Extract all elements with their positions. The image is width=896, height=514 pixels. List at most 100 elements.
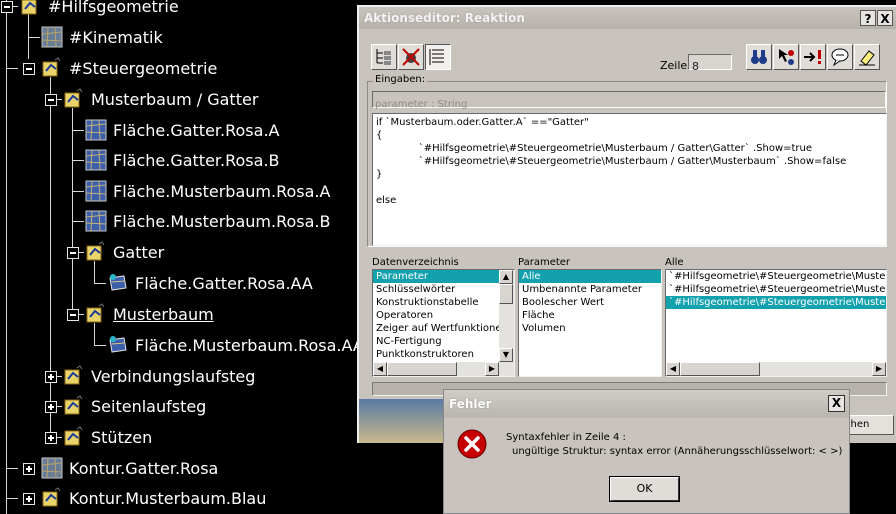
data-directory-list[interactable]: Parameter Schlüsselwörter Konstruktionst…: [372, 269, 515, 377]
tree-item-kontur-gatter[interactable]: Kontur.Gatter.Rosa: [41, 456, 221, 480]
expand-toggle[interactable]: [23, 493, 35, 505]
close-button[interactable]: X: [877, 10, 893, 26]
list-item[interactable]: Volumen: [519, 322, 661, 335]
scroll-left-button[interactable]: ◀: [666, 362, 680, 376]
inputs-field[interactable]: parameter : String: [372, 91, 886, 110]
expand-toggle[interactable]: [45, 432, 57, 444]
list-item[interactable]: Alle: [519, 270, 661, 283]
error-title: Fehler: [449, 397, 492, 411]
list-item[interactable]: Operatoren: [373, 309, 514, 322]
error-titlebar[interactable]: Fehler X: [444, 390, 849, 418]
scroll-thumb[interactable]: [387, 362, 457, 376]
code-line: if `Musterbaum.oder.Gatter.A` =="Gatter": [376, 117, 589, 128]
tree-item-label: Gatter: [111, 242, 167, 262]
data-directory-header: Datenverzeichnis: [372, 257, 459, 268]
object-browser-button[interactable]: [773, 44, 799, 70]
tree-item-stuetzen[interactable]: Stützen: [63, 425, 155, 449]
surface-icon: [85, 210, 107, 232]
all-list[interactable]: `#Hilfsgeometrie\#Steuergeometrie\Muster…: [665, 269, 887, 377]
tree-item-kinematik[interactable]: #Kinematik: [41, 25, 165, 49]
kinematik-icon: [41, 26, 63, 48]
scroll-thumb[interactable]: [499, 284, 513, 304]
goto-error-button[interactable]: [800, 44, 826, 70]
code-line: {: [376, 130, 383, 141]
erase-button[interactable]: [854, 44, 880, 70]
error-dialog: Fehler X Syntaxfehler in Zeile 4 : ungül…: [443, 389, 850, 514]
inputs-label: Eingaben:: [373, 74, 428, 85]
tree-item-flaeche[interactable]: Fläche.Musterbaum.Rosa.B: [85, 209, 333, 233]
list-item[interactable]: Punktkonstruktoren: [373, 348, 514, 361]
vertical-scrollbar[interactable]: ▲ ▼: [499, 270, 514, 362]
tree-item-flaeche-extract[interactable]: Fläche.Musterbaum.Rosa.AA: [107, 333, 366, 357]
tree-item-flaeche[interactable]: Fläche.Musterbaum.Rosa.A: [85, 179, 333, 203]
tree-item-hilfsgeometrie[interactable]: #Hilfsgeometrie: [20, 0, 181, 18]
tree-item-label: Fläche.Musterbaum.Rosa.A: [111, 181, 333, 201]
code-line: `#Hilfsgeometrie\#Steuergeometrie\Muster…: [406, 156, 847, 167]
tree-item-flaeche[interactable]: Fläche.Gatter.Rosa.B: [85, 148, 282, 172]
steuergeometrie-icon: [86, 303, 105, 323]
horizontal-scrollbar[interactable]: ◀ ▶: [666, 362, 886, 376]
cursor-tree-icon: [779, 49, 794, 65]
code-line: `#Hilfsgeometrie\#Steuergeometrie\Muster…: [406, 143, 813, 154]
parameter-list[interactable]: Alle Umbenannte Parameter Boolescher Wer…: [518, 269, 662, 377]
tree-view-button[interactable]: [371, 44, 397, 70]
expand-toggle[interactable]: [23, 463, 35, 475]
collapse-toggle[interactable]: [45, 94, 57, 106]
ok-button[interactable]: OK: [609, 476, 680, 502]
find-button[interactable]: [746, 44, 772, 70]
scroll-right-button[interactable]: ▶: [872, 362, 886, 376]
list-item[interactable]: Zeiger auf Wertfunktione: [373, 322, 514, 335]
steuergeometrie-icon: [42, 487, 61, 507]
tree-item-verbindungslaufsteg[interactable]: Verbindungslaufsteg: [63, 364, 258, 388]
expand-toggle[interactable]: [45, 401, 57, 413]
list-item[interactable]: `#Hilfsgeometrie\#Steuergeometrie\Muster…: [666, 283, 886, 296]
scroll-up-button[interactable]: ▲: [499, 270, 513, 284]
horizontal-scrollbar[interactable]: ◀ ▶: [373, 362, 514, 376]
list-item[interactable]: Umbenannte Parameter: [519, 283, 661, 296]
tree-line: [6, 0, 7, 514]
tree-item-flaeche[interactable]: Fläche.Gatter.Rosa.A: [85, 118, 282, 142]
list-item[interactable]: Konstruktionstabelle: [373, 296, 514, 309]
list-item[interactable]: `#Hilfsgeometrie\#Steuergeometrie\Muster…: [666, 296, 886, 309]
error-close-button[interactable]: X: [828, 395, 845, 412]
list-item[interactable]: Boolescher Wert: [519, 296, 661, 309]
editor-view-button[interactable]: [425, 44, 451, 70]
tree-item-seitenlaufsteg[interactable]: Seitenlaufsteg: [63, 394, 209, 418]
steuergeometrie-icon: [64, 88, 83, 108]
parameter-header: Parameter: [518, 257, 571, 268]
help-button[interactable]: ?: [860, 10, 876, 26]
scroll-right-button[interactable]: ▶: [485, 362, 499, 376]
list-item[interactable]: Parameter: [373, 270, 514, 283]
hilfsgeometrie-icon: [21, 0, 37, 15]
tree-item-musterbaum-gatter[interactable]: Musterbaum / Gatter: [63, 87, 261, 111]
tree-item-kontur-musterbaum[interactable]: Kontur.Musterbaum.Blau: [41, 486, 269, 510]
list-item[interactable]: Fläche: [519, 309, 661, 322]
collapse-toggle[interactable]: [67, 309, 79, 321]
expand-toggle[interactable]: [45, 371, 57, 383]
collapse-toggle[interactable]: [23, 63, 35, 75]
tree-item-label: Verbindungslaufsteg: [89, 366, 258, 386]
tree-item-musterbaum[interactable]: Musterbaum: [85, 302, 216, 326]
error-message-line1: Syntaxfehler in Zeile 4 :: [506, 432, 626, 443]
tree-item-flaeche-extract[interactable]: Fläche.Gatter.Rosa.AA: [107, 271, 315, 295]
collapse-toggle[interactable]: [1, 1, 13, 13]
comment-button[interactable]: [827, 44, 853, 70]
action-editor-dialog: Aktionseditor: Reaktion ? X Zeile: 8 Ein…: [357, 5, 896, 443]
list-item[interactable]: NC-Fertigung: [373, 335, 514, 348]
scroll-down-button[interactable]: ▼: [499, 348, 513, 362]
debug-button[interactable]: [398, 44, 424, 70]
tree-item-steuergeometrie[interactable]: #Steuergeometrie: [41, 56, 220, 80]
steuergeometrie-icon: [64, 395, 83, 415]
scroll-left-button[interactable]: ◀: [373, 362, 387, 376]
scroll-thumb[interactable]: [680, 362, 760, 376]
tree-item-label: #Hilfsgeometrie: [46, 0, 181, 16]
steuergeometrie-icon: [64, 426, 83, 446]
code-editor[interactable]: if `Musterbaum.oder.Gatter.A` =="Gatter"…: [372, 113, 887, 246]
list-item[interactable]: Schlüsselwörter: [373, 283, 514, 296]
tree-item-gatter[interactable]: Gatter: [85, 240, 167, 264]
eraser-icon: [859, 50, 875, 66]
partial-button[interactable]: chen: [844, 415, 894, 435]
dialog-titlebar[interactable]: Aktionseditor: Reaktion ? X: [359, 7, 896, 29]
collapse-toggle[interactable]: [67, 247, 79, 259]
list-item[interactable]: `#Hilfsgeometrie\#Steuergeometrie\Muster…: [666, 270, 886, 283]
